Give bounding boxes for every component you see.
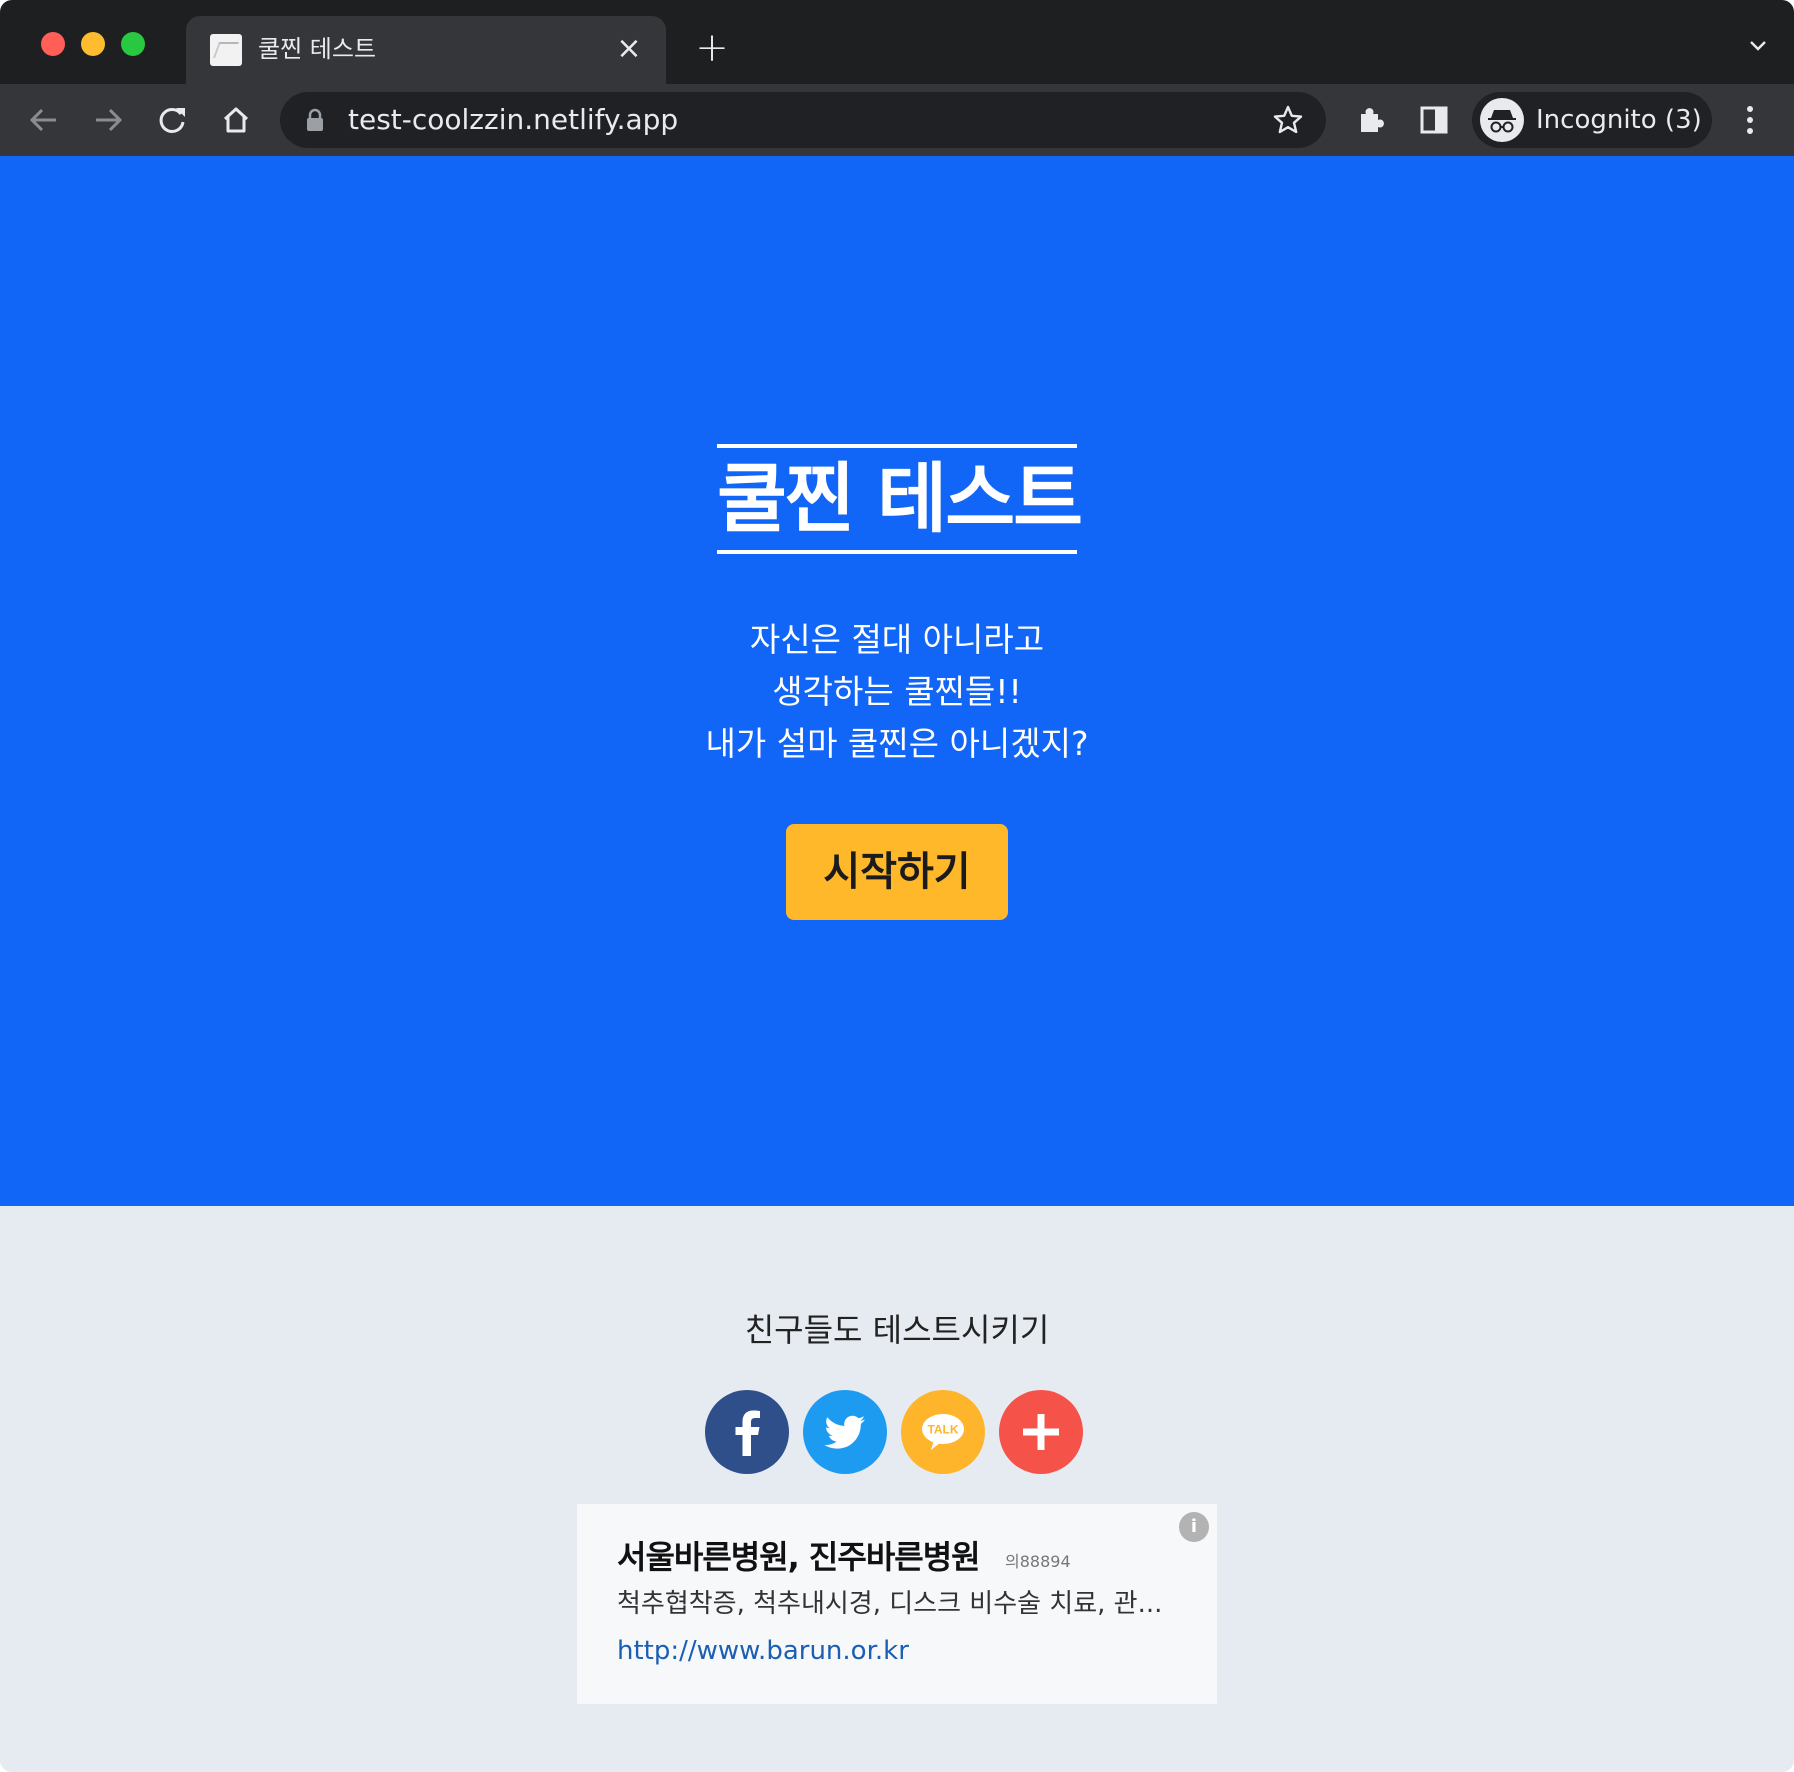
ad-title[interactable]: 서울바른병원, 진주바른병원 — [617, 1536, 981, 1578]
ad-info-icon[interactable]: i — [1179, 1512, 1209, 1542]
kakaotalk-icon: TALK — [922, 1414, 964, 1450]
twitter-icon — [824, 1415, 865, 1449]
description-line: 생각하는 쿨찐들!! — [772, 672, 1022, 711]
description-line: 내가 설마 쿨찐은 아니겠지? — [705, 724, 1089, 763]
tab-search-chevron-icon[interactable] — [1748, 36, 1768, 56]
hero-section: 쿨찐 테스트 자신은 절대 아니라고 생각하는 쿨찐들!! 내가 설마 쿨찐은 … — [0, 156, 1794, 1206]
incognito-label: Incognito (3) — [1536, 105, 1702, 135]
reload-icon[interactable] — [154, 102, 190, 138]
twitter-share-button[interactable] — [803, 1390, 887, 1474]
tab-close-icon[interactable]: × — [612, 32, 646, 66]
address-bar[interactable]: test-coolzzin.netlify.app — [280, 92, 1326, 148]
extensions-puzzle-icon[interactable] — [1352, 102, 1388, 138]
browser-window: 쿨찐 테스트 × + test-coolzzin.netlify.app Inc… — [0, 0, 1794, 1772]
back-arrow-icon[interactable] — [26, 102, 62, 138]
share-title: 친구들도 테스트시키기 — [744, 1311, 1050, 1349]
tab-title: 쿨찐 테스트 — [258, 35, 377, 63]
page-title: 쿨찐 테스트 — [717, 454, 1083, 543]
more-share-button[interactable] — [999, 1390, 1083, 1474]
share-section: 친구들도 테스트시키기 TALK i 서울바른병원, 진주바른병원 의88894… — [0, 1206, 1794, 1772]
ad-card[interactable]: i 서울바른병원, 진주바른병원 의88894 척추협착증, 척추내시경, 디스… — [577, 1504, 1217, 1704]
new-tab-button[interactable]: + — [692, 28, 732, 68]
kakaotalk-label: TALK — [927, 1423, 958, 1437]
ad-description: 척추협착증, 척추내시경, 디스크 비수술 치료, 관... — [617, 1589, 1163, 1619]
facebook-share-button[interactable] — [705, 1390, 789, 1474]
close-window-button[interactable] — [41, 32, 65, 56]
kakaotalk-share-button[interactable]: TALK — [901, 1390, 985, 1474]
browser-toolbar: test-coolzzin.netlify.app Incognito (3) — [0, 84, 1794, 156]
incognito-profile-button[interactable]: Incognito (3) — [1472, 92, 1712, 148]
hero-description: 자신은 절대 아니라고 생각하는 쿨찐들!! 내가 설마 쿨찐은 아니겠지? — [547, 614, 1247, 770]
tab-strip: 쿨찐 테스트 × + — [0, 0, 1794, 84]
url-text[interactable]: test-coolzzin.netlify.app — [348, 104, 678, 136]
start-button[interactable]: 시작하기 — [786, 824, 1008, 920]
lock-icon[interactable] — [304, 108, 326, 132]
more-menu-icon[interactable] — [1736, 102, 1764, 138]
minimize-window-button[interactable] — [81, 32, 105, 56]
bookmark-star-icon[interactable] — [1272, 104, 1304, 136]
maximize-window-button[interactable] — [121, 32, 145, 56]
home-icon[interactable] — [218, 102, 254, 138]
active-tab[interactable]: 쿨찐 테스트 × — [186, 16, 666, 84]
facebook-icon — [735, 1410, 760, 1456]
description-line: 자신은 절대 아니라고 — [749, 620, 1045, 659]
side-panel-icon[interactable] — [1416, 102, 1452, 138]
ad-code: 의88894 — [1005, 1552, 1071, 1571]
forward-arrow-icon[interactable] — [90, 102, 126, 138]
incognito-icon — [1480, 98, 1524, 142]
favicon-icon — [210, 34, 242, 66]
ad-url-link[interactable]: http://www.barun.or.kr — [617, 1634, 909, 1668]
plus-icon — [1023, 1414, 1059, 1450]
hero-title-frame: 쿨찐 테스트 — [717, 444, 1083, 554]
